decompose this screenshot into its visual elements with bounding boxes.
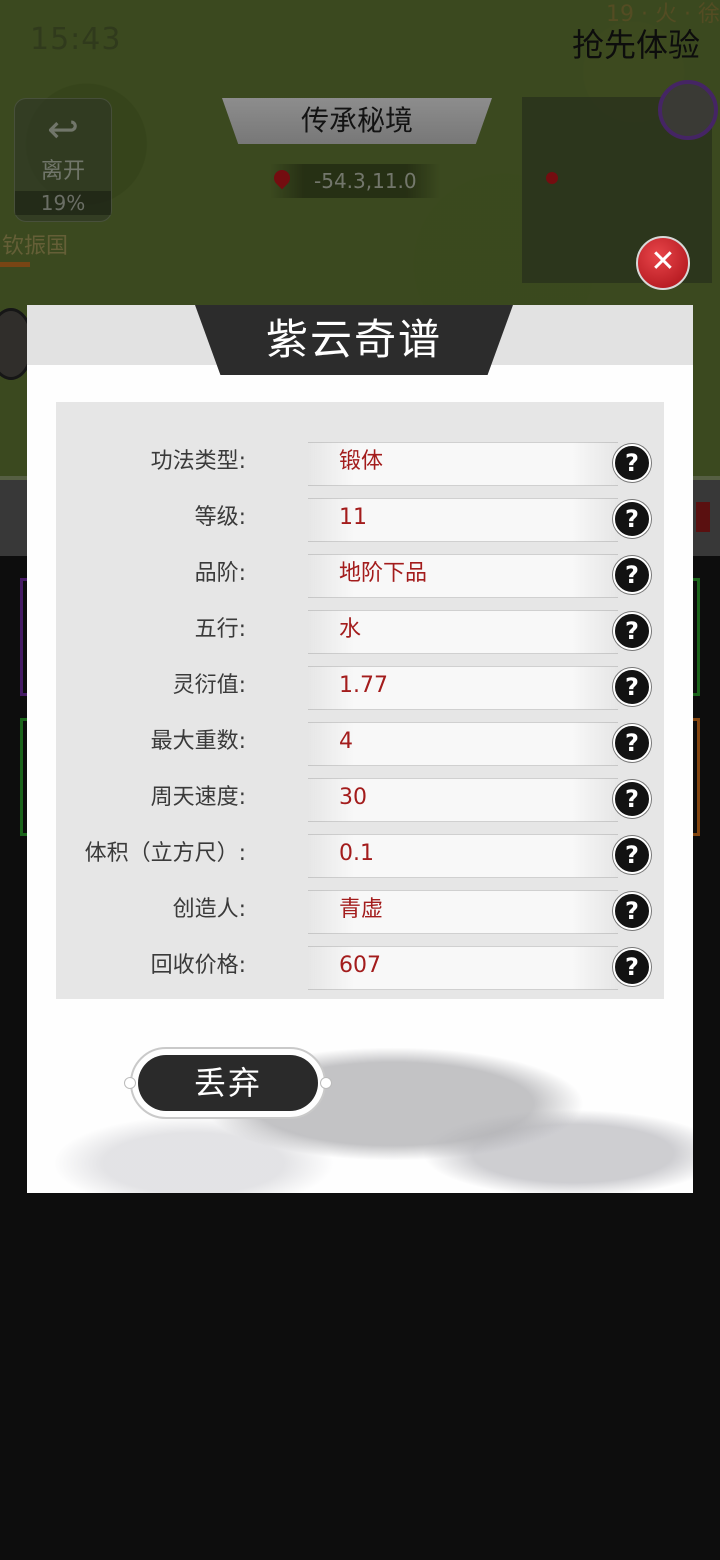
attribute-row: 最大重数: 4 ? bbox=[56, 714, 664, 770]
attribute-label: 功法类型: bbox=[150, 449, 246, 474]
help-icon[interactable]: ? bbox=[613, 836, 651, 874]
attribute-value: 607 bbox=[339, 953, 381, 978]
attribute-row: 品阶: 地阶下品 ? bbox=[56, 546, 664, 602]
attribute-row: 体积（立方尺）: 0.1 ? bbox=[56, 826, 664, 882]
attribute-row: 回收价格: 607 ? bbox=[56, 938, 664, 994]
attribute-label: 灵衍值: bbox=[172, 673, 246, 698]
attribute-value: 青虚 bbox=[339, 897, 384, 922]
help-icon[interactable]: ? bbox=[613, 556, 651, 594]
attribute-value: 11 bbox=[339, 505, 367, 530]
help-icon[interactable]: ? bbox=[613, 948, 651, 986]
attribute-value: 30 bbox=[339, 785, 367, 810]
attribute-value: 4 bbox=[339, 729, 353, 754]
discard-button-frame: 丢弃 bbox=[124, 1047, 332, 1119]
attribute-row: 功法类型: 锻体 ? bbox=[56, 434, 664, 490]
help-icon[interactable]: ? bbox=[613, 500, 651, 538]
help-icon[interactable]: ? bbox=[613, 780, 651, 818]
item-detail-modal: 紫云奇谱 功法类型: 锻体 ? 等级: 11 ? 品阶: 地阶下品 ? 五行: … bbox=[27, 305, 693, 1193]
attribute-label: 回收价格: bbox=[150, 953, 246, 978]
attribute-row: 周天速度: 30 ? bbox=[56, 770, 664, 826]
attribute-label: 五行: bbox=[194, 617, 246, 642]
attribute-value: 水 bbox=[339, 617, 362, 642]
value-background bbox=[308, 722, 618, 766]
attribute-value: 0.1 bbox=[339, 841, 374, 866]
attribute-label: 品阶: bbox=[194, 561, 246, 586]
close-button[interactable]: ✕ bbox=[636, 236, 690, 290]
ink-mountain-decoration bbox=[27, 995, 693, 1193]
attribute-label: 等级: bbox=[194, 505, 246, 530]
help-icon[interactable]: ? bbox=[613, 444, 651, 482]
modal-title: 紫云奇谱 bbox=[195, 305, 513, 375]
help-icon[interactable]: ? bbox=[613, 724, 651, 762]
attribute-value: 地阶下品 bbox=[339, 561, 428, 586]
attribute-panel: 功法类型: 锻体 ? 等级: 11 ? 品阶: 地阶下品 ? 五行: 水 ? 灵… bbox=[56, 402, 664, 999]
attribute-value: 锻体 bbox=[339, 449, 384, 474]
help-icon[interactable]: ? bbox=[613, 612, 651, 650]
attribute-label: 创造人: bbox=[172, 897, 246, 922]
attribute-label: 最大重数: bbox=[150, 729, 246, 754]
attribute-row: 灵衍值: 1.77 ? bbox=[56, 658, 664, 714]
attribute-label: 周天速度: bbox=[150, 785, 246, 810]
attribute-label: 体积（立方尺）: bbox=[84, 841, 246, 866]
attribute-row: 创造人: 青虚 ? bbox=[56, 882, 664, 938]
help-icon[interactable]: ? bbox=[613, 668, 651, 706]
help-icon[interactable]: ? bbox=[613, 892, 651, 930]
attribute-row: 等级: 11 ? bbox=[56, 490, 664, 546]
discard-button[interactable]: 丢弃 bbox=[138, 1055, 318, 1111]
attribute-row: 五行: 水 ? bbox=[56, 602, 664, 658]
attribute-value: 1.77 bbox=[339, 673, 388, 698]
